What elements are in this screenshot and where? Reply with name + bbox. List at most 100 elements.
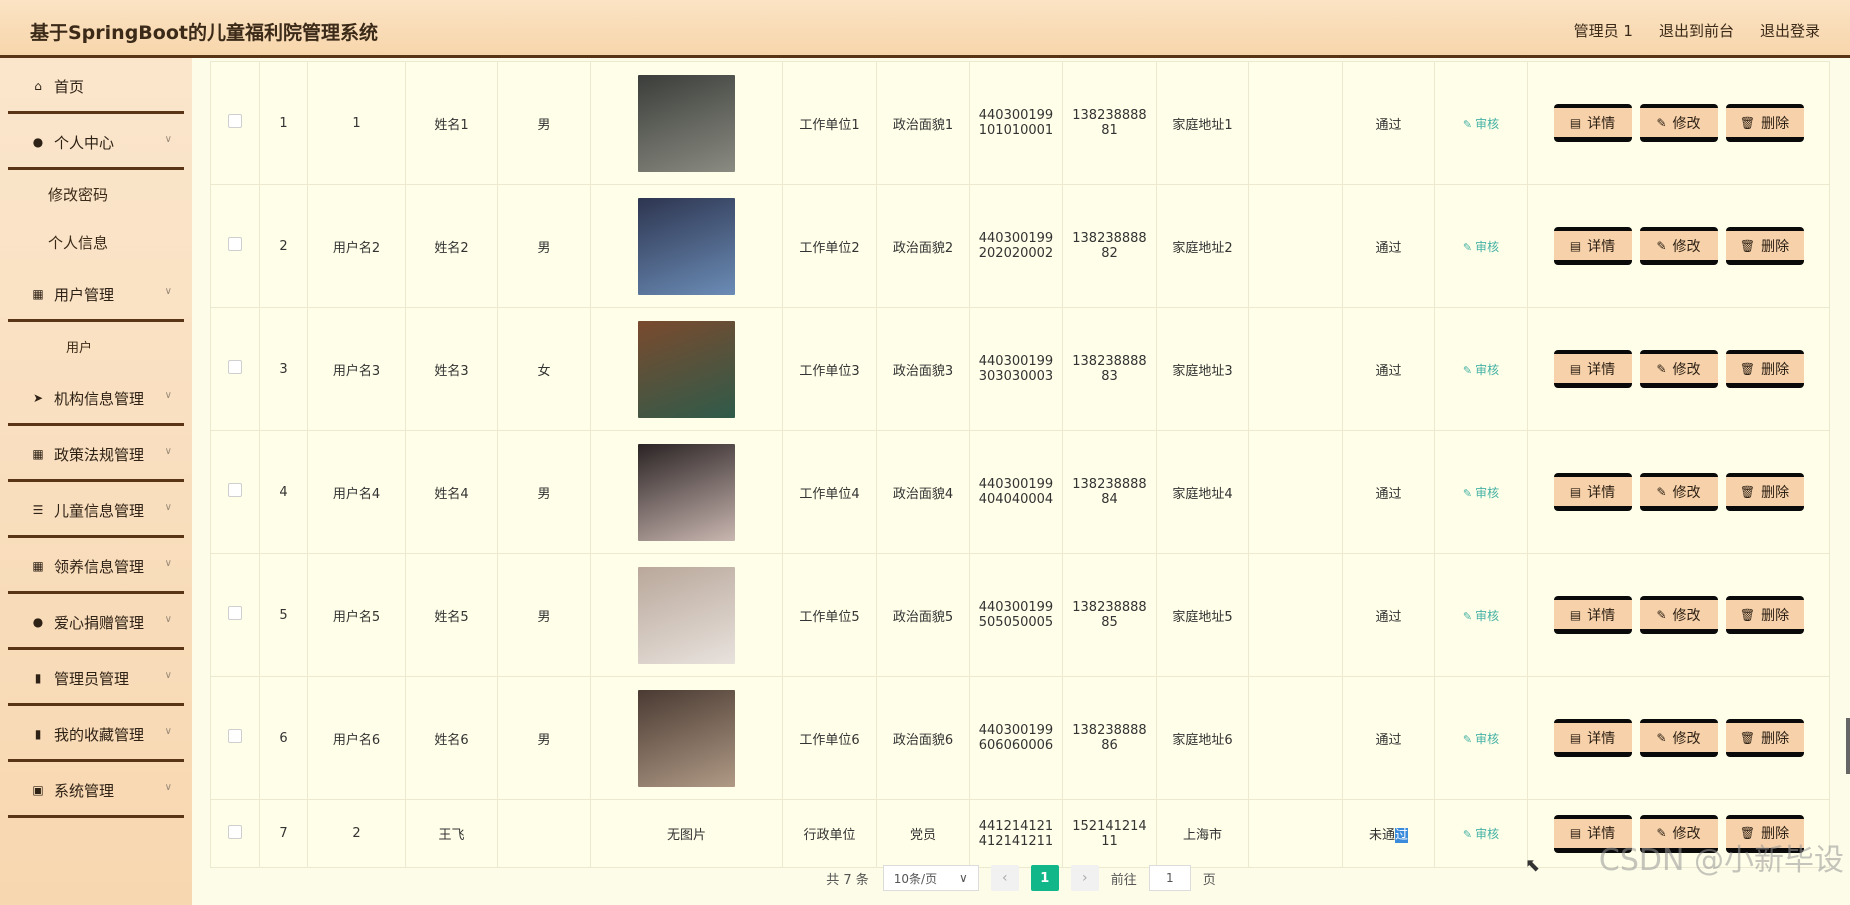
row-checkbox[interactable] <box>228 237 242 251</box>
details-button[interactable]: ▤ 详情 <box>1553 104 1632 142</box>
political-status-cell: 党员 <box>876 799 970 868</box>
work-unit-cell: 工作单位6 <box>782 676 877 800</box>
actions-cell: ▤ 详情 ✎ 修改 🗑 删除 <box>1527 430 1830 554</box>
sidebar: ⌂ 首页 ● 个人中心 ∨ 修改密码 个人信息 ▦ 用户管理 ∨ 用户 ➤ 机构… <box>0 58 192 905</box>
audit-label: 审核 <box>1475 731 1500 746</box>
row-checkbox-cell <box>210 553 260 677</box>
gender-cell: 男 <box>497 676 591 800</box>
details-label: 详情 <box>1587 115 1616 132</box>
bars-icon: ▮ <box>34 671 42 685</box>
edit-button[interactable]: ✎ 修改 <box>1639 227 1718 265</box>
menu-institution-management[interactable]: ➤ 机构信息管理 ∨ <box>0 370 192 426</box>
menu-favorites-management[interactable]: ▮ 我的收藏管理 ∨ <box>0 706 192 762</box>
edit-button[interactable]: ✎ 修改 <box>1639 473 1718 511</box>
user-photo <box>638 566 735 664</box>
row-checkbox[interactable] <box>228 114 242 128</box>
menu-change-password[interactable]: 修改密码 <box>0 170 192 218</box>
menu-user-management[interactable]: ▦ 用户管理 ∨ <box>0 266 192 322</box>
actions-cell: ▤ 详情 ✎ 修改 🗑 删除 <box>1527 307 1830 431</box>
row-checkbox[interactable] <box>228 729 242 743</box>
details-label: 详情 <box>1587 484 1616 501</box>
logout-link[interactable]: 退出登录 <box>1760 20 1820 41</box>
menu-adoption-management[interactable]: ▦ 领养信息管理 ∨ <box>0 538 192 594</box>
row-checkbox[interactable] <box>228 824 242 839</box>
gender-cell: 男 <box>497 184 591 308</box>
menu-admin-management[interactable]: ▮ 管理员管理 ∨ <box>0 650 192 706</box>
menu-policy-management[interactable]: ▦ 政策法规管理 ∨ <box>0 426 192 482</box>
row-checkbox[interactable] <box>228 483 242 497</box>
row-checkbox[interactable] <box>228 606 242 620</box>
delete-button[interactable]: 🗑 删除 <box>1725 227 1804 265</box>
audit-link[interactable]: ✎ 审核 <box>1463 117 1499 131</box>
row-checkbox-cell <box>210 799 260 868</box>
clipboard-icon: ▣ <box>32 783 44 797</box>
id-number-line2: 412141211 <box>978 833 1054 849</box>
menu-personal-info[interactable]: 个人信息 <box>0 218 192 266</box>
prev-page-button[interactable]: ‹ <box>990 865 1019 891</box>
audit-label: 审核 <box>1475 485 1500 500</box>
home-icon: ⌂ <box>34 79 42 93</box>
menu-system-management[interactable]: ▣ 系统管理 ∨ <box>0 762 192 818</box>
empty-cell <box>1248 676 1343 800</box>
empty-cell <box>1248 307 1343 431</box>
details-button[interactable]: ▤ 详情 <box>1553 473 1632 511</box>
row-checkbox[interactable] <box>228 360 242 374</box>
page-size-select[interactable]: 10条/页 ∨ <box>882 865 979 891</box>
name-cell: 姓名1 <box>405 61 498 185</box>
audit-link[interactable]: ✎ 审核 <box>1463 732 1499 746</box>
details-button[interactable]: ▤ 详情 <box>1553 227 1632 265</box>
audit-link[interactable]: ✎ 审核 <box>1463 240 1499 254</box>
next-page-button[interactable]: › <box>1070 865 1099 891</box>
details-button[interactable]: ▤ 详情 <box>1553 596 1632 634</box>
phone-line1: 138238888 <box>1072 354 1147 369</box>
menu-donation-management[interactable]: ● 爱心捐赠管理 ∨ <box>0 594 192 650</box>
details-label: 详情 <box>1587 361 1616 378</box>
chevron-down-icon: ∨ <box>164 670 172 681</box>
menu-home[interactable]: ⌂ 首页 <box>0 58 192 114</box>
exit-to-frontend-link[interactable]: 退出到前台 <box>1659 20 1734 41</box>
edit-button[interactable]: ✎ 修改 <box>1639 350 1718 388</box>
audit-cell: ✎ 审核 <box>1434 676 1528 800</box>
goto-page-input[interactable]: 1 <box>1148 865 1191 891</box>
audit-link[interactable]: ✎ 审核 <box>1463 363 1499 377</box>
name-cell: 姓名4 <box>405 430 498 554</box>
audit-cell: ✎ 审核 <box>1434 307 1528 431</box>
audit-link[interactable]: ✎ 审核 <box>1463 827 1499 841</box>
delete-button[interactable]: 🗑 删除 <box>1725 473 1804 511</box>
trash-icon: 🗑 <box>1739 238 1756 253</box>
details-button[interactable]: ▤ 详情 <box>1553 719 1632 757</box>
admin-user-link[interactable]: 管理员 1 <box>1574 20 1633 41</box>
menu-personal-center[interactable]: ● 个人中心 ∨ <box>0 114 192 170</box>
edit-icon: ✎ <box>1656 607 1667 622</box>
username-cell: 用户名6 <box>307 676 406 800</box>
gender-cell: 女 <box>497 307 591 431</box>
audit-link[interactable]: ✎ 审核 <box>1463 609 1499 623</box>
username-cell: 2 <box>307 799 406 868</box>
delete-button[interactable]: 🗑 删除 <box>1725 350 1804 388</box>
total-count: 共 7 条 <box>826 872 869 888</box>
delete-button[interactable]: 🗑 删除 <box>1725 596 1804 634</box>
work-unit-cell: 工作单位3 <box>782 307 877 431</box>
menu-child-management[interactable]: ☰ 儿童信息管理 ∨ <box>0 482 192 538</box>
gender-cell: 男 <box>497 553 591 677</box>
page-number-current[interactable]: 1 <box>1030 865 1059 891</box>
gender-cell: 男 <box>497 430 591 554</box>
phone-line1: 138238888 <box>1072 477 1147 492</box>
menu-label: 机构信息管理 <box>54 389 145 408</box>
scrollbar[interactable] <box>1846 718 1850 774</box>
delete-button[interactable]: 🗑 删除 <box>1725 719 1804 757</box>
audit-label: 审核 <box>1475 239 1500 254</box>
edit-button[interactable]: ✎ 修改 <box>1639 104 1718 142</box>
audit-link[interactable]: ✎ 审核 <box>1463 486 1499 500</box>
row-checkbox-cell <box>210 307 260 431</box>
edit-button[interactable]: ✎ 修改 <box>1639 719 1718 757</box>
id-number-cell: 441214121 412141211 <box>969 799 1063 868</box>
phone-line2: 82 <box>1101 246 1118 261</box>
edit-button[interactable]: ✎ 修改 <box>1639 596 1718 634</box>
phone-line2: 86 <box>1101 738 1118 753</box>
menu-users[interactable]: 用户 <box>0 322 192 370</box>
goto-label: 前往 <box>1110 872 1137 888</box>
delete-button[interactable]: 🗑 删除 <box>1725 104 1804 142</box>
details-button[interactable]: ▤ 详情 <box>1553 350 1632 388</box>
actions-cell: ▤ 详情 ✎ 修改 🗑 删除 <box>1527 553 1830 677</box>
